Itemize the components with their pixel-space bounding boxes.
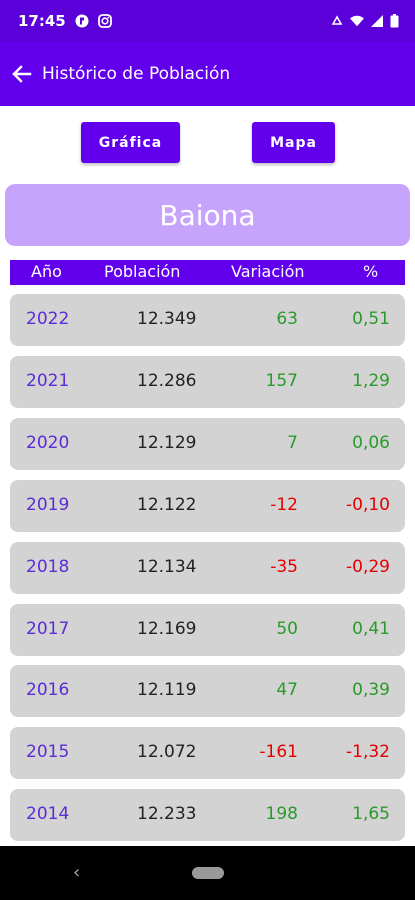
- percent-cell: -0,29: [346, 557, 390, 577]
- table-row[interactable]: 2018 12.134 -35 -0,29: [10, 542, 405, 594]
- percent-cell: -1,32: [346, 742, 390, 762]
- nav-back-icon[interactable]: ‹: [73, 862, 80, 883]
- place-name-banner: Baiona: [5, 184, 410, 246]
- status-left: 17:45: [18, 12, 112, 30]
- header-poblacion: Población: [104, 262, 181, 281]
- year-cell: 2016: [26, 680, 70, 700]
- table-header: Año Población Variación %: [10, 260, 405, 285]
- table-row[interactable]: 2021 12.286 157 1,29: [10, 356, 405, 408]
- population-cell: 12.119: [137, 680, 197, 700]
- variation-cell: 7: [287, 433, 298, 453]
- status-right: [330, 14, 399, 28]
- instagram-notification-icon: [97, 14, 112, 28]
- status-bar: 17:45: [0, 0, 415, 42]
- population-cell: 12.072: [137, 742, 197, 762]
- table-row[interactable]: 2019 12.122 -12 -0,10: [10, 480, 405, 532]
- table-row[interactable]: 2016 12.119 47 0,39: [10, 665, 405, 717]
- table-row[interactable]: 2017 12.169 50 0,41: [10, 604, 405, 656]
- app-bar: Histórico de Población: [0, 42, 415, 106]
- year-cell: 2018: [26, 557, 70, 577]
- percent-cell: 0,41: [352, 619, 390, 639]
- variation-cell: -161: [259, 742, 298, 762]
- year-cell: 2019: [26, 495, 70, 515]
- page-title: Histórico de Población: [42, 64, 231, 84]
- population-cell: 12.349: [137, 309, 197, 329]
- nav-home-pill[interactable]: [192, 867, 224, 879]
- table-row[interactable]: 2020 12.129 7 0,06: [10, 418, 405, 470]
- battery-icon: [390, 14, 399, 28]
- variation-cell: -35: [270, 557, 298, 577]
- population-cell: 12.134: [137, 557, 197, 577]
- table-row[interactable]: 2014 12.233 198 1,65: [10, 789, 405, 841]
- signal-icon: [371, 15, 383, 27]
- year-cell: 2021: [26, 371, 70, 391]
- system-nav-bar: ‹: [0, 846, 415, 900]
- header-anio: Año: [31, 262, 62, 281]
- percent-cell: 0,39: [352, 680, 390, 700]
- percent-cell: 0,51: [352, 309, 390, 329]
- year-cell: 2020: [26, 433, 70, 453]
- app-notification-icon: [75, 14, 89, 28]
- population-cell: 12.122: [137, 495, 197, 515]
- population-cell: 12.129: [137, 433, 197, 453]
- header-variacion: Variación: [231, 262, 305, 281]
- header-percent: %: [363, 262, 379, 281]
- status-time: 17:45: [18, 12, 66, 30]
- variation-cell: 50: [276, 619, 298, 639]
- percent-cell: 0,06: [352, 433, 390, 453]
- data-saver-icon: [331, 15, 343, 25]
- table-row[interactable]: 2022 12.349 63 0,51: [10, 294, 405, 346]
- variation-cell: -12: [270, 495, 298, 515]
- population-cell: 12.286: [137, 371, 197, 391]
- percent-cell: 1,65: [352, 804, 390, 824]
- percent-cell: -0,10: [346, 495, 390, 515]
- population-cell: 12.233: [137, 804, 197, 824]
- percent-cell: 1,29: [352, 371, 390, 391]
- year-cell: 2022: [26, 309, 70, 329]
- wifi-icon: [350, 15, 364, 27]
- population-cell: 12.169: [137, 619, 197, 639]
- table-row[interactable]: 2015 12.072 -161 -1,32: [10, 727, 405, 779]
- variation-cell: 63: [276, 309, 298, 329]
- mapa-button[interactable]: Mapa: [252, 122, 335, 163]
- year-cell: 2017: [26, 619, 70, 639]
- year-cell: 2014: [26, 804, 70, 824]
- variation-cell: 198: [265, 804, 298, 824]
- grafica-button[interactable]: Gráfica: [81, 122, 180, 163]
- back-arrow-icon[interactable]: [10, 63, 32, 85]
- variation-cell: 47: [276, 680, 298, 700]
- year-cell: 2015: [26, 742, 70, 762]
- variation-cell: 157: [265, 371, 298, 391]
